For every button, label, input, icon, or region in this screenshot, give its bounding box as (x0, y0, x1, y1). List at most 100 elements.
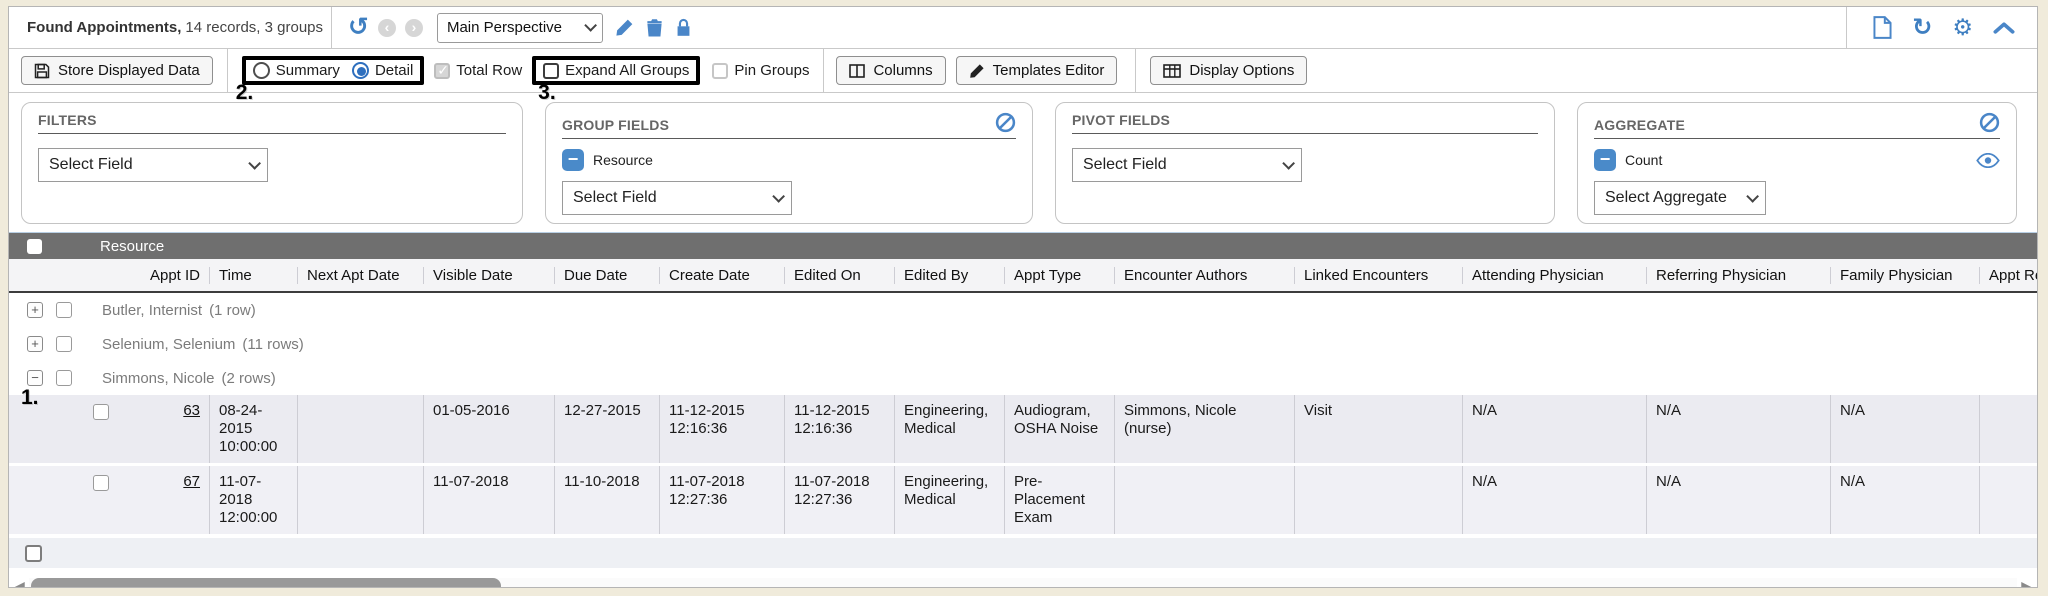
column-header-time[interactable]: Time (209, 267, 297, 284)
group-checkbox[interactable] (56, 370, 72, 386)
group-label: Simmons, Nicole (102, 370, 215, 387)
column-header-appt-id[interactable]: Appt ID (119, 267, 209, 284)
pin-groups-control[interactable]: Pin Groups (712, 62, 809, 79)
aggregate-select[interactable]: Select Aggregate (1594, 181, 1766, 215)
chevron-down-icon (1746, 190, 1759, 203)
column-header-edited-by[interactable]: Edited By (894, 267, 1004, 284)
templates-editor-button[interactable]: Templates Editor (956, 56, 1118, 85)
pin-groups-checkbox[interactable] (712, 63, 728, 79)
row-checkbox[interactable] (93, 404, 109, 420)
column-header-attending-physician[interactable]: Attending Physician (1462, 267, 1646, 284)
cell: N/A (1830, 395, 1979, 463)
appt-id-link[interactable]: 63 (183, 402, 200, 419)
store-button-label: Store Displayed Data (58, 62, 200, 79)
divider (1135, 49, 1136, 92)
remove-aggregate-icon[interactable]: − (1594, 149, 1616, 171)
data-row: 6711-07-2018 12:00:0011-07-201811-10-201… (9, 466, 2037, 537)
detail-radio-group[interactable]: Detail (352, 62, 413, 79)
column-header-encounter-authors[interactable]: Encounter Authors (1114, 267, 1294, 284)
group-field-chip: − Resource (562, 149, 1016, 171)
column-header-linked-encounters[interactable]: Linked Encounters (1294, 267, 1462, 284)
perspective-select[interactable]: Main Perspective (437, 13, 603, 43)
table-footer-row (9, 538, 2037, 568)
refresh-icon[interactable]: ↻ (1912, 16, 1932, 40)
detail-radio-label: Detail (375, 62, 413, 79)
remove-group-field-icon[interactable]: − (562, 149, 584, 171)
scrollbar-track[interactable] (29, 578, 2017, 587)
clear-aggregate-icon[interactable] (1979, 112, 2000, 133)
cell: N/A (1462, 395, 1646, 463)
annotation-number-1: 1. (21, 387, 39, 408)
cell: Visit (1294, 395, 1462, 463)
group-checkbox[interactable] (56, 302, 72, 318)
group-row: +Selenium, Selenium(11 rows) (9, 327, 2037, 361)
summary-radio[interactable] (253, 62, 270, 79)
aggregate-select-value: Select Aggregate (1605, 189, 1727, 207)
expand-all-groups-label: Expand All Groups (565, 62, 689, 79)
undo-icon[interactable]: ↺ (348, 15, 369, 40)
table-grid-icon (1163, 64, 1181, 78)
expand-all-groups-control[interactable]: Expand All Groups (543, 62, 689, 79)
delete-perspective-icon[interactable] (646, 18, 663, 37)
expand-group-icon[interactable]: + (27, 302, 43, 318)
column-header-create-date[interactable]: Create Date (659, 267, 784, 284)
divider (823, 49, 824, 92)
visibility-eye-icon[interactable] (1976, 153, 2000, 168)
cell: N/A (1646, 395, 1830, 463)
column-header-appt-re[interactable]: Appt Re (1979, 267, 2037, 284)
column-header-due-date[interactable]: Due Date (554, 267, 659, 284)
group-fields-select[interactable]: Select Field (562, 181, 792, 215)
filters-panel: FILTERS Select Field (21, 102, 523, 224)
expand-all-groups-checkbox[interactable] (543, 63, 559, 79)
scroll-right-arrow-icon[interactable]: ▶ (2021, 579, 2032, 587)
lock-perspective-icon[interactable] (675, 18, 692, 37)
columns-button-label: Columns (873, 62, 932, 79)
group-checkbox[interactable] (56, 336, 72, 352)
collapse-group-icon[interactable]: − (27, 370, 43, 386)
row-checkbox[interactable] (93, 475, 109, 491)
pivot-fields-panel-title: PIVOT FIELDS (1072, 112, 1170, 128)
appt-id-link[interactable]: 67 (183, 473, 200, 490)
cell: N/A (1830, 466, 1979, 534)
column-header-row: Appt IDTimeNext Apt DateVisible DateDue … (9, 259, 2037, 293)
collapse-panel-chevron-icon[interactable] (1993, 21, 2015, 34)
store-displayed-data-button[interactable]: Store Displayed Data (21, 56, 213, 85)
columns-button[interactable]: Columns (836, 56, 945, 85)
filters-field-select[interactable]: Select Field (38, 148, 268, 182)
detail-radio[interactable] (352, 62, 369, 79)
chevron-down-icon (248, 157, 261, 170)
panel-tools: ↻ ⚙ (1847, 16, 2037, 40)
expand-group-icon[interactable]: + (27, 336, 43, 352)
history-forward-icon[interactable]: › (405, 19, 423, 37)
cell: 12-27-2015 (554, 395, 659, 463)
display-options-button[interactable]: Display Options (1150, 56, 1307, 85)
column-header-family-physician[interactable]: Family Physician (1830, 267, 1979, 284)
summary-radio-group[interactable]: Summary (253, 62, 340, 79)
pivot-fields-select[interactable]: Select Field (1072, 148, 1302, 182)
scroll-left-arrow-icon[interactable]: ◀ (14, 579, 25, 587)
select-all-checkbox[interactable] (27, 239, 42, 254)
annotation-box-3: Expand All Groups 3. (532, 56, 700, 85)
pivot-fields-select-value: Select Field (1083, 156, 1167, 174)
edit-perspective-icon[interactable] (615, 18, 634, 37)
history-back-icon[interactable]: ‹ (378, 19, 396, 37)
aggregate-panel: AGGREGATE − Count Select Aggregate (1577, 102, 2017, 224)
footer-checkbox[interactable] (25, 545, 42, 562)
column-header-visible-date[interactable]: Visible Date (423, 267, 554, 284)
cell (1294, 466, 1462, 534)
total-row-control[interactable]: Total Row (434, 62, 522, 79)
new-document-icon[interactable] (1873, 16, 1892, 39)
column-header-appt-type[interactable]: Appt Type (1004, 267, 1114, 284)
total-row-checkbox[interactable] (434, 63, 450, 79)
column-header-edited-on[interactable]: Edited On (784, 267, 894, 284)
cell: 11-10-2018 (554, 466, 659, 534)
cell: N/A (1462, 466, 1646, 534)
scrollbar-thumb[interactable] (31, 578, 501, 587)
settings-gear-icon[interactable]: ⚙ (1952, 16, 1973, 39)
column-header-next-apt-date[interactable]: Next Apt Date (297, 267, 423, 284)
annotation-number-2: 2. (236, 82, 254, 103)
cell (297, 466, 423, 534)
column-header-referring-physician[interactable]: Referring Physician (1646, 267, 1830, 284)
clear-group-fields-icon[interactable] (995, 112, 1016, 133)
table-body: +Butler, Internist(1 row)+Selenium, Sele… (9, 293, 2037, 537)
